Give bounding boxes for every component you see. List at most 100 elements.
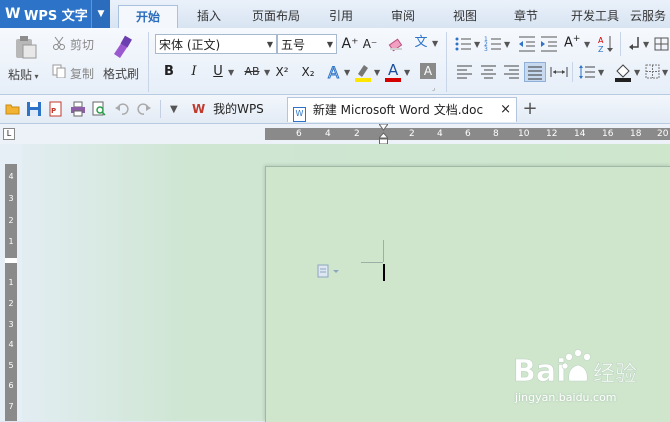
paste-button[interactable]: 粘贴 ▾ [8,66,39,83]
font-dialog-launcher-icon[interactable]: ⌟ [432,84,438,92]
sort-icon[interactable]: AZ [598,34,614,54]
tab-insert[interactable]: 插入 [188,5,230,28]
quickbar-dropdown-icon[interactable]: ▼ [170,104,178,115]
chevron-down-icon[interactable]: ▼ [504,40,510,49]
chevron-down-icon[interactable]: ▼ [584,40,590,49]
strikethrough-button[interactable]: AB [240,63,264,81]
watermark-brand-suffix: 经验 [593,362,637,387]
decrease-indent-icon[interactable] [518,34,536,54]
bold-button[interactable]: B [160,63,178,81]
underline-button[interactable]: U [209,63,227,81]
char-shading-button[interactable]: A [420,63,436,79]
align-right-icon[interactable] [503,64,521,80]
undo-icon[interactable] [114,101,130,117]
tab-references[interactable]: 引用 [320,5,362,28]
ruler-tick: 1 [8,237,14,246]
chevron-down-icon[interactable]: ▼ [228,68,234,77]
paragraph-mark-icon[interactable] [626,35,642,53]
increase-font-button[interactable]: A⁺ [341,35,359,53]
format-painter-icon[interactable] [108,34,134,60]
tab-view[interactable]: 视图 [444,5,486,28]
print-preview-icon[interactable] [91,101,107,117]
distributed-align-icon[interactable] [550,64,568,80]
ruler-tick: 3 [8,194,14,203]
svg-text:A: A [328,63,339,81]
tab-stop-selector-icon[interactable]: L [3,128,15,140]
chevron-down-icon[interactable]: ▼ [634,68,640,77]
ruler-tick: 14 [574,129,586,139]
ruler-tick: 4 [8,340,14,349]
chevron-down-icon[interactable]: ▼ [264,68,270,77]
pinyin-guide-button[interactable]: 文 [412,34,430,52]
ruler-tick: 5 [8,361,14,370]
tab-cloud[interactable]: 云服务 [626,5,670,28]
tab-chapter[interactable]: 章节 [505,5,547,28]
chevron-down-icon[interactable]: ▼ [662,68,668,77]
export-pdf-icon[interactable]: P [48,101,64,117]
cut-button[interactable]: 剪切 [70,36,94,53]
wps-logo-icon: W [192,102,206,116]
tab-my-wps[interactable]: W 我的WPS [186,97,286,121]
increase-indent-icon[interactable] [540,34,558,54]
font-size-select[interactable]: 五号 ▼ [277,34,337,54]
table-icon[interactable] [654,35,670,53]
ruler-tick: 1 [8,278,14,287]
shading-fill-icon[interactable] [614,62,632,82]
tab-review[interactable]: 审阅 [382,5,424,28]
chevron-down-icon[interactable]: ▼ [643,40,649,49]
ribbon-divider [620,32,621,56]
copy-button[interactable]: 复制 [70,65,94,82]
paste-icon[interactable] [12,34,38,60]
print-icon[interactable] [70,101,86,117]
close-icon[interactable]: × [500,98,511,122]
align-center-icon[interactable] [480,64,498,80]
chevron-down-icon[interactable]: ▼ [598,68,604,77]
quickbar-divider [160,100,161,118]
open-folder-icon[interactable] [5,101,21,117]
tab-developer[interactable]: 开发工具 [563,5,627,28]
font-color-button[interactable]: A [384,61,402,82]
app-menu-button[interactable]: W WPS 文字 ▼ [0,0,110,28]
ribbon-divider [572,62,573,82]
align-left-icon[interactable] [456,64,474,80]
chevron-down-icon[interactable]: ▼ [344,68,350,77]
indent-marker-icon[interactable] [377,123,390,146]
tab-page-layout[interactable]: 页面布局 [244,5,308,28]
italic-button[interactable]: I [185,63,203,81]
copy-icon[interactable] [52,64,66,79]
bullet-list-icon[interactable] [454,34,474,54]
text-effect-icon[interactable]: A [326,63,344,83]
paragraph-layout-icon[interactable] [317,264,343,278]
chevron-down-icon[interactable]: ▼ [374,68,380,77]
margin-corner-mark [361,262,383,263]
tab-start[interactable]: 开始 [118,5,178,29]
redo-icon[interactable] [136,101,152,117]
font-size-value: 五号 [281,38,306,52]
font-name-select[interactable]: 宋体 (正文) ▼ [155,34,277,54]
decrease-font-button[interactable]: A⁻ [361,35,379,53]
line-spacing-icon[interactable] [578,64,596,80]
highlight-icon[interactable] [354,62,372,82]
app-title: WPS 文字 [24,8,88,24]
new-tab-button[interactable]: + [521,97,539,121]
change-case-icon[interactable]: A+ [564,34,582,54]
clear-format-icon[interactable] [388,36,404,52]
ruler-tick: 2 [8,216,14,225]
format-painter-button[interactable]: 格式刷 [103,65,139,82]
chevron-down-icon[interactable]: ▼ [474,40,480,49]
app-dropdown-icon[interactable]: ▼ [91,0,110,28]
justify-button[interactable] [524,62,546,82]
justify-icon [528,66,542,80]
numbered-list-icon[interactable]: 123 [484,34,504,54]
save-icon[interactable] [26,101,42,117]
scissors-icon[interactable] [52,36,66,50]
ruler-tick: 4 [8,172,14,181]
ruler-tick: 20 [657,129,669,139]
chevron-down-icon[interactable]: ▼ [404,68,410,77]
chevron-down-icon[interactable]: ▼ [432,39,438,48]
tab-document[interactable]: W 新建 Microsoft Word 文档.doc × [287,97,517,122]
border-icon[interactable] [645,64,661,80]
superscript-button[interactable]: X² [272,63,292,81]
subscript-button[interactable]: X₂ [298,63,318,81]
ruler-tick: 4 [437,129,443,139]
